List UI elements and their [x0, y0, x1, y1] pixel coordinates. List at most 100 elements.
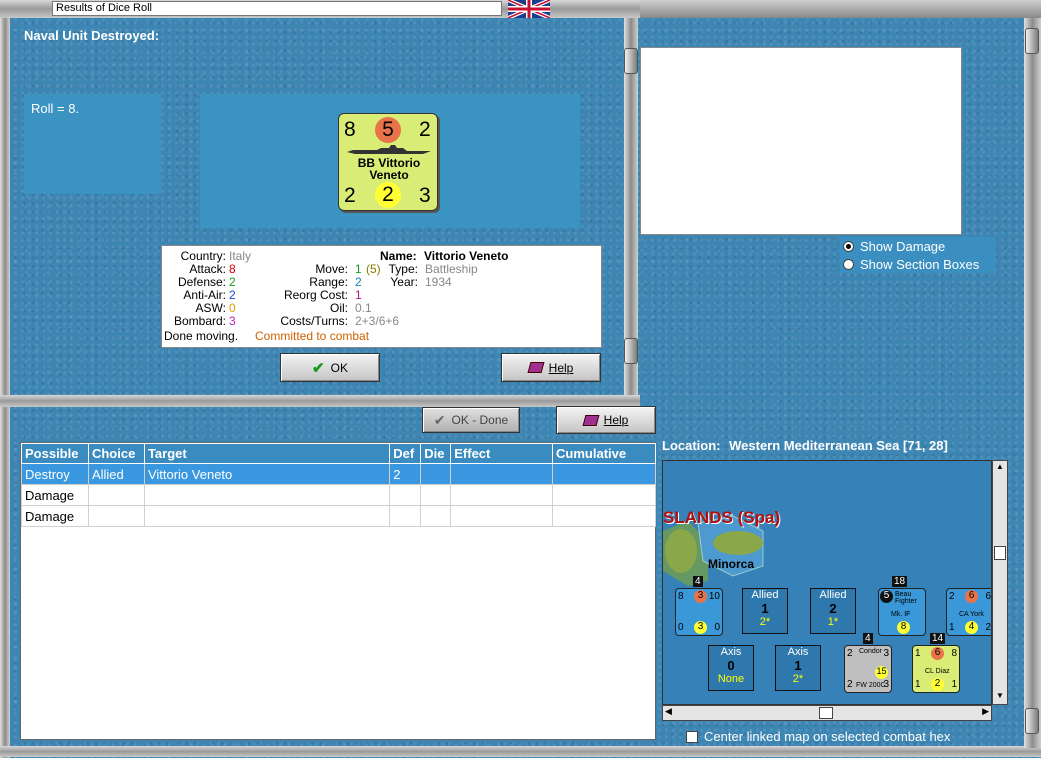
splitter-bar[interactable]	[0, 395, 640, 407]
table-cell	[450, 505, 554, 527]
table-cell: Vittorio Veneto	[143, 463, 391, 485]
table-cell	[420, 484, 452, 506]
location-readout: Location: Western Mediterranean Sea [71,…	[662, 438, 948, 453]
counter-top-right: 2	[419, 118, 431, 141]
table-cell	[143, 505, 391, 527]
table-cell	[87, 505, 145, 527]
stack-count-badge: 4	[693, 576, 703, 587]
defense-value: 2	[229, 275, 236, 289]
table-cell	[389, 505, 422, 527]
help-button[interactable]: Help	[501, 353, 601, 382]
center-linked-map-option[interactable]: Center linked map on selected combat hex	[686, 729, 950, 744]
range-value: 2	[355, 275, 362, 289]
vertical-scroll-thumb[interactable]	[994, 546, 1006, 560]
book-icon	[527, 362, 545, 373]
table-cell	[143, 484, 391, 506]
attack-label: Attack:	[189, 262, 226, 276]
table-cell	[450, 484, 554, 506]
bombard-value: 3	[229, 314, 236, 328]
scroll-left-icon[interactable]: ◀	[665, 706, 672, 717]
col-cumulative[interactable]: Cumulative	[552, 443, 656, 464]
rail-knob-icon	[624, 48, 638, 74]
roll-result-text: Roll = 8.	[31, 101, 80, 116]
type-value: Battleship	[425, 262, 478, 276]
costs-value: 2+3/6+6	[355, 314, 400, 328]
reorg-label: Reorg Cost:	[283, 288, 348, 302]
checkbox-icon[interactable]	[686, 730, 698, 743]
map-horizontal-scrollbar[interactable]: ◀ ▶	[662, 705, 992, 721]
allied-summary-1[interactable]: Allied 1 2*	[742, 588, 788, 634]
dialog-heading: Naval Unit Destroyed:	[24, 28, 160, 43]
ok-done-button[interactable]: ✔ OK - Done	[422, 407, 520, 433]
map-unit-cl-diaz[interactable]: 1 6 8 CL Diaz 1 2 1	[912, 645, 960, 693]
counter-attack-left: 8	[344, 118, 356, 141]
defense-label: Defense:	[177, 275, 226, 289]
table-cell: Allied	[87, 463, 145, 485]
table-help-button[interactable]: Help	[556, 406, 656, 434]
col-die[interactable]: Die	[420, 443, 452, 464]
table-row[interactable]: Destroy Allied Vittorio Veneto 2	[21, 463, 656, 485]
combat-results-table: Possible Choice Target Def Die Effect Cu…	[20, 442, 656, 740]
combat-map[interactable]: SLANDS (Spa) Minorca 8 3 10 0 3 0 4 Alli…	[662, 460, 992, 705]
rail-knob-icon	[624, 338, 638, 364]
map-vertical-scrollbar[interactable]: ▲ ▼	[992, 460, 1008, 705]
unit-counter-bb-vittorio-veneto[interactable]: 8 5 2 BB Vittorio Veneto 2 2 3	[338, 113, 438, 211]
table-cell	[420, 463, 452, 485]
col-possible[interactable]: Possible	[21, 443, 89, 464]
map-unit-condor[interactable]: 2 Condor 3 15 2 FW 200C 3	[844, 645, 892, 693]
counter-name: BB Vittorio Veneto	[357, 156, 421, 182]
name-label: Name:	[380, 249, 417, 263]
table-cell	[389, 484, 422, 506]
col-target[interactable]: Target	[143, 443, 391, 464]
stack-count-badge: 18	[892, 576, 908, 587]
axis-summary-2[interactable]: Axis 1 2*	[775, 645, 821, 691]
ok-button[interactable]: ✔ OK	[280, 353, 380, 382]
left-frame-rail	[0, 18, 10, 758]
allied-summary-2[interactable]: Allied 2 1*	[810, 588, 856, 634]
uk-flag-icon	[507, 0, 551, 20]
name-value: Vittorio Veneto	[424, 249, 509, 263]
col-choice[interactable]: Choice	[87, 443, 145, 464]
radio-unselected-icon[interactable]	[843, 258, 854, 270]
map-region-label: SLANDS (Spa)	[663, 508, 781, 527]
status-committed: Committed to combat	[255, 329, 370, 343]
unit-info-box: Country: Italy Attack: 8 Defense: 2 Anti…	[161, 245, 602, 348]
horizontal-scroll-thumb[interactable]	[819, 707, 833, 719]
range-label: Range:	[309, 275, 348, 289]
map-unit-naval-1[interactable]: 8 3 10 0 3 0	[675, 588, 723, 636]
col-def[interactable]: Def	[389, 443, 422, 464]
map-unit-ca-york[interactable]: 2 6 6 CA York 1 4 2	[946, 588, 991, 636]
checkmark-icon: ✔	[433, 411, 446, 428]
radio-selected-icon[interactable]	[843, 240, 854, 252]
col-effect[interactable]: Effect	[450, 443, 554, 464]
axis-summary-1[interactable]: Axis 0 None	[708, 645, 754, 691]
right-frame-rail	[1024, 18, 1041, 748]
unit-detail-panel	[640, 47, 962, 235]
oil-value: 0.1	[355, 301, 372, 315]
type-label: Type:	[388, 262, 418, 276]
roll-result-box: Roll = 8.	[24, 94, 161, 194]
table-row[interactable]: Damage	[21, 484, 656, 506]
counter-top-center: 5	[375, 117, 401, 143]
reorg-value: 1	[355, 288, 362, 302]
scroll-right-icon[interactable]: ▶	[982, 706, 989, 717]
asw-value: 0	[229, 301, 236, 315]
map-unit-air-beau-fighter[interactable]: 5 Beau Fighter Mk. IF 8	[878, 588, 926, 636]
battleship-silhouette-icon	[347, 145, 431, 154]
year-value: 1934	[425, 275, 452, 289]
table-cell	[552, 463, 656, 485]
antiair-label: Anti-Air:	[183, 288, 226, 302]
country-value: Italy	[229, 249, 252, 263]
map-island-label: Minorca	[708, 557, 755, 571]
move-value: 1	[355, 262, 362, 276]
scroll-down-icon[interactable]: ▼	[994, 691, 1006, 703]
show-damage-option[interactable]: Show Damage	[840, 237, 996, 255]
move-label: Move:	[315, 262, 348, 276]
checkmark-icon: ✔	[312, 359, 325, 377]
dialog-right-rail	[624, 18, 638, 398]
table-row[interactable]: Damage	[21, 505, 656, 527]
table-cell: Damage	[21, 484, 89, 506]
show-section-boxes-option[interactable]: Show Section Boxes	[840, 255, 996, 273]
counter-bottom-center: 2	[375, 182, 401, 208]
scroll-up-icon[interactable]: ▲	[994, 462, 1006, 474]
